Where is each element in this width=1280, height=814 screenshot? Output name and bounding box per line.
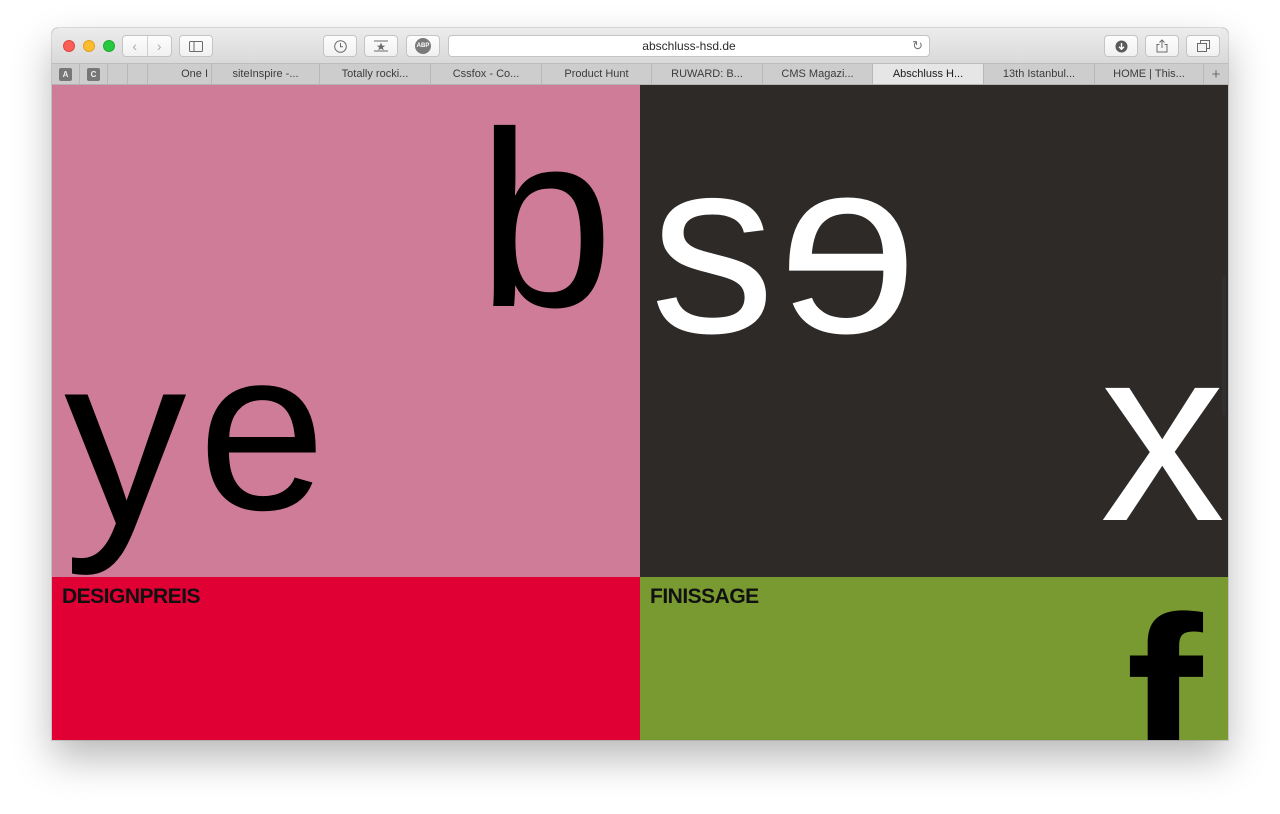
pinned-tab[interactable] — [108, 64, 128, 84]
back-icon[interactable]: ‹ — [123, 36, 147, 56]
tab-totally-rocking[interactable]: Totally rocki... — [320, 64, 431, 84]
tab-siteinspire[interactable]: siteInspire -... — [212, 64, 320, 84]
designpreis-label[interactable]: DESIGNPREIS — [62, 585, 201, 609]
finissage-label[interactable]: FINISSAGE — [650, 585, 759, 609]
share-button[interactable] — [1145, 35, 1179, 57]
dark-panel[interactable]: s e x — [640, 85, 1228, 577]
tab-istanbul[interactable]: 13th Istanbul... — [984, 64, 1095, 84]
letter-b: b — [477, 85, 614, 359]
page-content: b y e s e x DESIGNPREIS FINISSAGE f — [52, 85, 1228, 740]
browser-window: ‹ › ABP abschluss-hsd.de ↻ A C One I sit… — [52, 28, 1228, 740]
tab-one[interactable]: One I — [148, 64, 212, 84]
forward-icon[interactable]: › — [146, 36, 172, 56]
tab-cssfox[interactable]: Cssfox - Co... — [431, 64, 542, 84]
history-button[interactable] — [323, 35, 357, 57]
star-icon — [374, 40, 388, 52]
letter-y: y — [64, 302, 187, 576]
browser-toolbar: ‹ › ABP abschluss-hsd.de ↻ — [52, 28, 1228, 64]
tab-bar: A C One I siteInspire -... Totally rocki… — [52, 64, 1228, 85]
tab-abschluss[interactable]: Abschluss H... — [873, 64, 984, 84]
pinned-tab[interactable] — [128, 64, 148, 84]
history-navigation: ‹ › — [122, 35, 172, 57]
tab-home[interactable]: HOME | This... — [1095, 64, 1204, 84]
tab-ruward[interactable]: RUWARD: B... — [652, 64, 763, 84]
url-text: abschluss-hsd.de — [642, 39, 736, 53]
letter-s: s — [650, 106, 775, 385]
sidebar-icon — [189, 40, 203, 52]
share-icon — [1156, 39, 1168, 53]
close-window-button[interactable] — [63, 40, 75, 52]
tabs-icon — [1196, 40, 1210, 52]
tab-cms-magazine[interactable]: CMS Magazi... — [763, 64, 873, 84]
scrollbar-thumb[interactable] — [1222, 275, 1226, 415]
clock-icon — [333, 39, 347, 53]
letter-f: f — [1126, 577, 1203, 741]
pink-panel[interactable]: b y e — [52, 85, 640, 577]
pinned-tab[interactable]: A — [52, 64, 80, 84]
tab-product-hunt[interactable]: Product Hunt — [542, 64, 652, 84]
minimize-window-button[interactable] — [83, 40, 95, 52]
downloads-button[interactable] — [1104, 35, 1138, 57]
reload-icon[interactable]: ↻ — [912, 38, 923, 54]
download-icon — [1115, 40, 1127, 52]
new-tab-button[interactable]: + — [1204, 64, 1228, 84]
pinned-tab[interactable]: C — [80, 64, 108, 84]
letter-e: e — [198, 301, 326, 558]
address-bar[interactable]: abschluss-hsd.de ↻ — [448, 35, 930, 57]
finissage-panel[interactable]: FINISSAGE f — [640, 577, 1228, 740]
zoom-window-button[interactable] — [103, 40, 115, 52]
adblock-button[interactable]: ABP — [406, 35, 440, 57]
letter-x: x — [1100, 294, 1225, 573]
sidebar-button[interactable] — [179, 35, 213, 57]
adblock-icon: ABP — [415, 38, 431, 54]
designpreis-panel[interactable]: DESIGNPREIS — [52, 577, 640, 740]
favicon-a-icon: A — [59, 67, 72, 81]
letter-e-mirrored: e — [778, 106, 918, 385]
tab-overview-button[interactable] — [1186, 35, 1220, 57]
bookmarks-button[interactable] — [364, 35, 398, 57]
favicon-c-icon: C — [87, 67, 100, 81]
